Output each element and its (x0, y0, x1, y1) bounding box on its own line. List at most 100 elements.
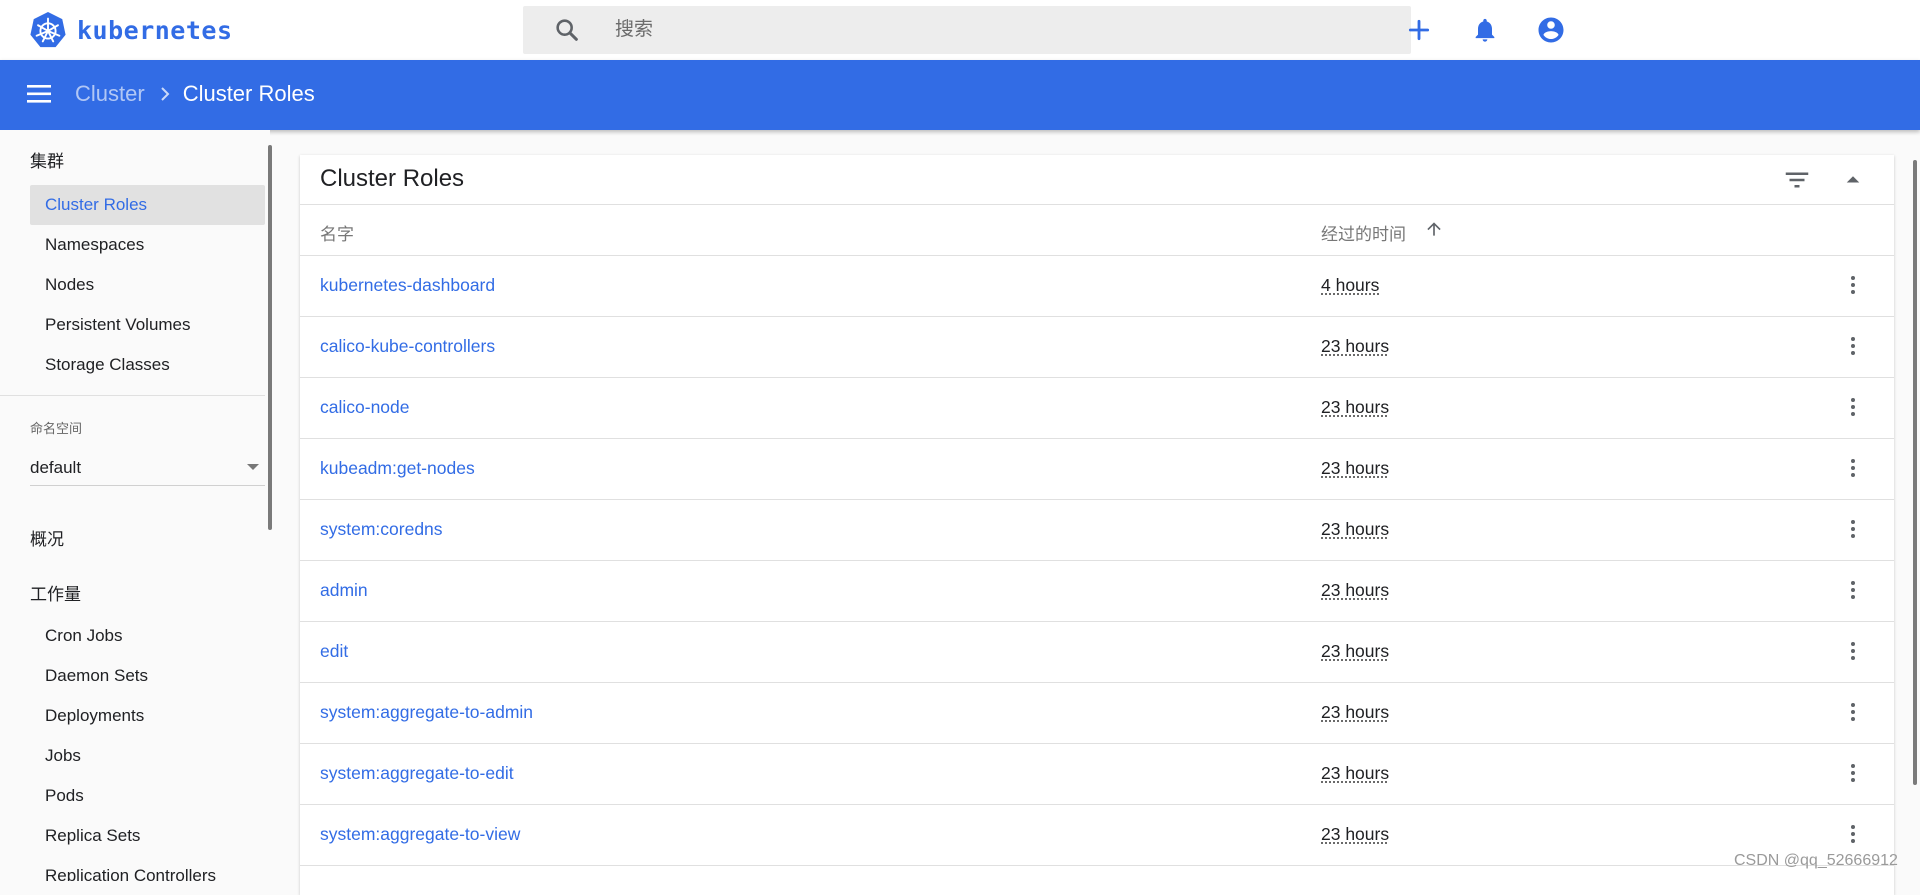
role-name-link[interactable]: admin (320, 580, 368, 601)
sidebar-item-nodes[interactable]: Nodes (30, 265, 265, 305)
namespace-select[interactable]: default (30, 453, 265, 486)
more-vert-icon (1851, 398, 1855, 416)
role-name-link[interactable]: system:aggregate-to-view (320, 824, 520, 845)
row-actions-button[interactable] (1838, 453, 1868, 483)
table-row: calico-kube-controllers 23 hours (300, 316, 1894, 378)
cluster-roles-card: Cluster Roles 名字 经过的时间 kubernetes-dashbo… (300, 155, 1894, 895)
sidebar-item-cluster-roles[interactable]: Cluster Roles (30, 185, 265, 225)
role-name-link[interactable]: kubernetes-dashboard (320, 275, 495, 296)
logo-text: kubernetes (77, 15, 233, 45)
role-age: 23 hours (1321, 336, 1390, 356)
account-circle-icon (1538, 17, 1564, 43)
row-actions-button[interactable] (1838, 819, 1868, 849)
notifications-icon (1475, 18, 1495, 42)
table-row: system:aggregate-to-view 23 hours (300, 804, 1894, 866)
row-actions-button[interactable] (1838, 270, 1868, 300)
sidebar-heading-overview[interactable]: 概况 (30, 525, 64, 550)
column-header-name[interactable]: 名字 (320, 220, 354, 245)
chevron-right-icon (160, 87, 170, 101)
add-button[interactable] (1402, 13, 1436, 47)
menu-icon[interactable] (27, 83, 53, 105)
row-actions-button[interactable] (1838, 697, 1868, 727)
table-row: edit 23 hours (300, 621, 1894, 683)
search-input[interactable] (613, 18, 1397, 42)
arrow-upward-icon[interactable] (1424, 219, 1444, 239)
role-age: 23 hours (1321, 824, 1390, 844)
role-age: 23 hours (1321, 580, 1390, 600)
more-vert-icon (1851, 337, 1855, 355)
role-age: 23 hours (1321, 763, 1390, 783)
sidebar-item-persistent-volumes[interactable]: Persistent Volumes (30, 305, 265, 345)
sidebar-item-daemon-sets[interactable]: Daemon Sets (30, 656, 265, 696)
namespace-label: 命名空间 (30, 421, 83, 436)
sidebar-item-cron-jobs[interactable]: Cron Jobs (30, 616, 265, 656)
table-row: system:aggregate-to-edit 23 hours (300, 743, 1894, 805)
role-name-link[interactable]: edit (320, 641, 348, 662)
row-actions-button[interactable] (1838, 575, 1868, 605)
table-row: kubernetes-dashboard 4 hours (300, 255, 1894, 317)
namespace-value: default (30, 458, 82, 477)
table-row: calico-node 23 hours (300, 377, 1894, 439)
row-actions-button[interactable] (1838, 758, 1868, 788)
row-actions-button[interactable] (1838, 636, 1868, 666)
breadcrumb-bar: Cluster Cluster Roles (0, 60, 1920, 130)
role-age: 4 hours (1321, 275, 1380, 295)
more-vert-icon (1851, 825, 1855, 843)
dropdown-arrow-icon (247, 464, 259, 470)
sidebar-item-jobs[interactable]: Jobs (30, 736, 265, 776)
sidebar-divider (0, 395, 265, 396)
search-icon (556, 19, 578, 41)
more-vert-icon (1851, 581, 1855, 599)
breadcrumb: Cluster Cluster Roles (75, 81, 315, 107)
role-age: 23 hours (1321, 519, 1390, 539)
role-age: 23 hours (1321, 702, 1390, 722)
more-vert-icon (1851, 703, 1855, 721)
breadcrumb-cluster-link[interactable]: Cluster (75, 81, 145, 107)
row-actions-button[interactable] (1838, 514, 1868, 544)
sidebar-item-replication-controllers[interactable]: Replication Controllers (30, 856, 265, 881)
table-header: 名字 经过的时间 (300, 204, 1894, 256)
more-vert-icon (1851, 764, 1855, 782)
breadcrumb-current: Cluster Roles (182, 81, 315, 106)
account-button[interactable] (1534, 13, 1568, 47)
main-scrollbar[interactable] (1913, 160, 1917, 785)
sidebar-item-deployments[interactable]: Deployments (30, 696, 265, 736)
table-row: system:aggregate-to-admin 23 hours (300, 682, 1894, 744)
sidebar-item-storage-classes[interactable]: Storage Classes (30, 345, 265, 385)
add-icon (1408, 19, 1430, 41)
filter-icon[interactable] (1782, 165, 1812, 195)
table-row: system:coredns 23 hours (300, 499, 1894, 561)
row-actions-button[interactable] (1838, 331, 1868, 361)
role-name-link[interactable]: kubeadm:get-nodes (320, 458, 475, 479)
role-name-link[interactable]: system:aggregate-to-admin (320, 702, 533, 723)
kubernetes-logo[interactable]: kubernetes (29, 11, 233, 49)
role-name-link[interactable]: calico-kube-controllers (320, 336, 495, 357)
sidebar-heading-cluster[interactable]: 集群 (30, 147, 64, 172)
table-row: kubeadm:get-nodes 23 hours (300, 438, 1894, 500)
sidebar-item-replica-sets[interactable]: Replica Sets (30, 816, 265, 856)
search-bar[interactable] (523, 6, 1411, 54)
watermark: CSDN @qq_52666912 (1734, 852, 1898, 869)
role-age: 23 hours (1321, 397, 1390, 417)
expand-less-icon[interactable] (1838, 165, 1868, 195)
notifications-button[interactable] (1468, 13, 1502, 47)
sidebar: 集群 Cluster Roles Namespaces Nodes Persis… (0, 130, 270, 881)
table-row: admin 23 hours (300, 560, 1894, 622)
more-vert-icon (1851, 276, 1855, 294)
sidebar-scrollbar[interactable] (268, 145, 272, 530)
more-vert-icon (1851, 642, 1855, 660)
kubernetes-logo-icon (30, 11, 66, 48)
card-title: Cluster Roles (320, 165, 465, 192)
sidebar-item-namespaces[interactable]: Namespaces (30, 225, 265, 265)
top-bar: kubernetes (0, 0, 1920, 60)
role-name-link[interactable]: system:coredns (320, 519, 443, 540)
sidebar-heading-workloads[interactable]: 工作量 (30, 580, 81, 605)
role-name-link[interactable]: system:aggregate-to-edit (320, 763, 514, 784)
column-header-age[interactable]: 经过的时间 (1321, 220, 1406, 245)
sidebar-item-pods[interactable]: Pods (30, 776, 265, 816)
row-actions-button[interactable] (1838, 392, 1868, 422)
role-age: 23 hours (1321, 458, 1390, 478)
role-name-link[interactable]: calico-node (320, 397, 410, 418)
more-vert-icon (1851, 520, 1855, 538)
role-age: 23 hours (1321, 641, 1390, 661)
